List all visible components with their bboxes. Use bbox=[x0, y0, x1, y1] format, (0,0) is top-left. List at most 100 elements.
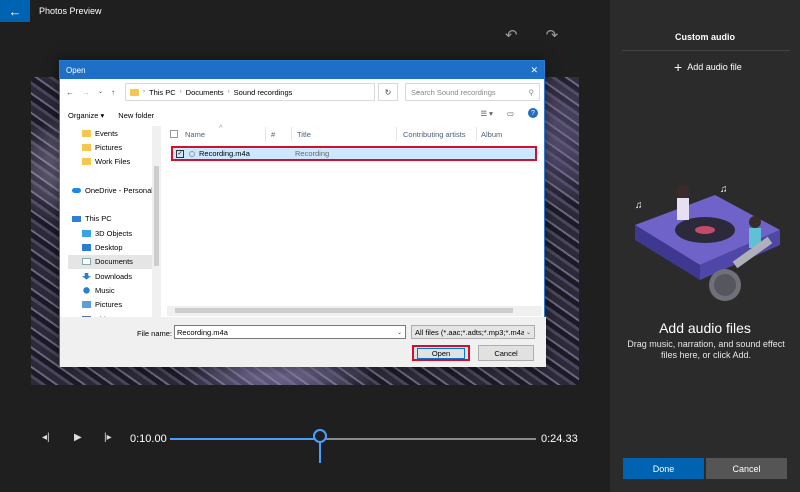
nav-item[interactable]: Pictures bbox=[68, 298, 152, 312]
nav-item[interactable]: Work Files bbox=[68, 155, 152, 169]
search-icon: ⚲ bbox=[528, 87, 535, 97]
column-title[interactable]: Title bbox=[297, 130, 311, 139]
add-audio-label: Add audio file bbox=[687, 62, 742, 72]
file-title: Recording bbox=[295, 149, 330, 158]
sort-up-icon: ^ bbox=[219, 123, 223, 132]
folder-icon bbox=[82, 158, 91, 166]
nav-item bbox=[68, 169, 152, 183]
address-bar[interactable]: › This PC › Documents › Sound recordings… bbox=[125, 83, 421, 101]
desk-icon bbox=[82, 244, 91, 252]
navigation-pane: Events Pictures Work Files OneDrive - Perso… bbox=[68, 126, 152, 317]
nav-item[interactable]: Events bbox=[68, 126, 152, 140]
open-dialog: Open ✕ ← → ⌄ ↑ › This PC › Documents › S… bbox=[59, 60, 546, 367]
nav-item-label: Music bbox=[95, 285, 115, 295]
cancel-button[interactable]: Cancel bbox=[706, 458, 787, 479]
refresh-button[interactable]: ↻ bbox=[378, 83, 398, 101]
folder-icon bbox=[82, 143, 91, 151]
dialog-cancel-button[interactable]: Cancel bbox=[478, 345, 534, 361]
add-files-title: Add audio files bbox=[659, 320, 751, 336]
nav-item-label: Downloads bbox=[95, 271, 133, 281]
up-arrow-icon[interactable]: ↑ bbox=[111, 88, 115, 97]
file-name-input[interactable]: Recording.m4a ⌄ bbox=[174, 325, 406, 339]
panel-title: Custom audio bbox=[675, 32, 735, 42]
chevron-down-icon[interactable]: ⌄ bbox=[98, 88, 103, 97]
back-button[interactable]: ← bbox=[0, 0, 30, 22]
search-input[interactable]: Search Sound recordings ⚲ bbox=[405, 83, 540, 101]
column-number[interactable]: # bbox=[271, 130, 275, 139]
done-button[interactable]: Done bbox=[623, 458, 704, 479]
nav-item-label: Pictures bbox=[95, 142, 123, 152]
nav-item[interactable]: Downloads bbox=[68, 269, 152, 283]
redo-icon[interactable]: ↷ bbox=[546, 26, 559, 44]
audio-file-icon bbox=[189, 150, 195, 157]
select-all-checkbox[interactable] bbox=[170, 130, 178, 138]
breadcrumb-sound-recordings[interactable]: Sound recordings bbox=[234, 88, 293, 97]
file-type-value: All files (*.aac;*.adts;*.mp3;*.m4a bbox=[415, 327, 526, 337]
previous-frame-icon[interactable]: ◂| bbox=[42, 432, 50, 443]
music-icon bbox=[83, 287, 90, 294]
nav-scrollbar[interactable] bbox=[152, 126, 161, 317]
file-name-label: File name: bbox=[137, 329, 173, 338]
add-files-description: Drag music, narration, and sound effect … bbox=[627, 339, 785, 360]
nav-item[interactable]: Desktop bbox=[68, 240, 152, 254]
current-time: 0:10.00 bbox=[130, 433, 167, 445]
next-frame-icon[interactable]: |▸ bbox=[104, 432, 112, 443]
nav-item-label: Documents bbox=[95, 257, 133, 267]
file-type-select[interactable]: All files (*.aac;*.adts;*.mp3;*.m4a ⌄ bbox=[411, 325, 535, 339]
nav-item[interactable]: OneDrive - Personal bbox=[68, 183, 152, 197]
nav-item[interactable]: Pictures bbox=[68, 140, 152, 154]
view-options-icon[interactable]: ☰ ▾ bbox=[480, 109, 493, 118]
breadcrumb-this-pc[interactable]: This PC bbox=[149, 88, 176, 97]
file-name-value: Recording.m4a bbox=[177, 327, 228, 337]
close-icon[interactable]: ✕ bbox=[530, 65, 538, 76]
pic-icon bbox=[82, 301, 91, 309]
play-icon[interactable]: ▶ bbox=[74, 432, 82, 443]
organize-button[interactable]: Organize ▾ bbox=[68, 111, 104, 120]
column-name[interactable]: Name bbox=[185, 130, 205, 139]
cube-icon bbox=[82, 229, 91, 237]
nav-item bbox=[68, 197, 152, 211]
preview-pane-icon[interactable]: ▭ bbox=[507, 109, 514, 118]
nav-item-label: 3D Objects bbox=[95, 228, 133, 238]
playback-bar: ◂| ▶ |▸ 0:10.00 0:24.33 bbox=[0, 410, 610, 463]
column-contributing-artists[interactable]: Contributing artists bbox=[403, 130, 466, 139]
nav-item-label: OneDrive - Personal bbox=[85, 185, 152, 195]
nav-item[interactable]: This PC bbox=[68, 212, 152, 226]
chevron-down-icon[interactable]: ⌄ bbox=[523, 328, 531, 336]
app-title: Photos Preview bbox=[39, 6, 102, 16]
nav-item[interactable]: Music bbox=[68, 283, 152, 297]
cloud-icon bbox=[72, 187, 81, 193]
undo-icon[interactable]: ↶ bbox=[505, 26, 518, 44]
custom-audio-panel: Custom audio + Add audio file ♫ ♫ Add au… bbox=[610, 0, 800, 492]
folder-icon bbox=[130, 88, 139, 96]
timeline-thumb[interactable] bbox=[313, 429, 327, 443]
file-row-recording[interactable]: ✓ Recording.m4a Recording bbox=[171, 146, 537, 161]
nav-item-label: Events bbox=[95, 128, 118, 138]
row-checkbox[interactable]: ✓ bbox=[176, 149, 184, 158]
help-icon[interactable]: ? bbox=[528, 108, 538, 118]
chevron-down-icon[interactable]: ⌄ bbox=[397, 329, 402, 336]
folder-icon bbox=[82, 129, 91, 137]
file-name: Recording.m4a bbox=[199, 149, 250, 158]
nav-item-label: Desktop bbox=[95, 243, 123, 253]
nav-item-label: Pictures bbox=[95, 300, 123, 310]
refresh-icon: ↻ bbox=[384, 87, 392, 97]
svg-text:♫: ♫ bbox=[720, 184, 728, 195]
column-album[interactable]: Album bbox=[481, 130, 502, 139]
open-button[interactable]: Open bbox=[412, 345, 470, 361]
nav-item[interactable]: 3D Objects bbox=[68, 226, 152, 240]
new-folder-button[interactable]: New folder bbox=[118, 111, 154, 120]
total-time: 0:24.33 bbox=[541, 433, 578, 445]
search-placeholder: Search Sound recordings bbox=[411, 87, 496, 97]
nav-item[interactable]: Documents bbox=[68, 254, 152, 269]
breadcrumb-documents[interactable]: Documents bbox=[186, 88, 224, 97]
nav-item-label: This PC bbox=[85, 214, 112, 224]
forward-arrow-icon[interactable]: → bbox=[82, 88, 90, 97]
turntable-illustration-icon: ♫ ♫ bbox=[635, 184, 780, 301]
back-arrow-icon[interactable]: ← bbox=[66, 88, 74, 97]
timeline-slider[interactable] bbox=[170, 429, 536, 463]
add-audio-file-button[interactable]: + Add audio file bbox=[674, 60, 742, 74]
nav-item-label: Work Files bbox=[95, 157, 131, 167]
svg-text:♫: ♫ bbox=[635, 200, 643, 211]
horizontal-scrollbar[interactable] bbox=[167, 306, 542, 316]
